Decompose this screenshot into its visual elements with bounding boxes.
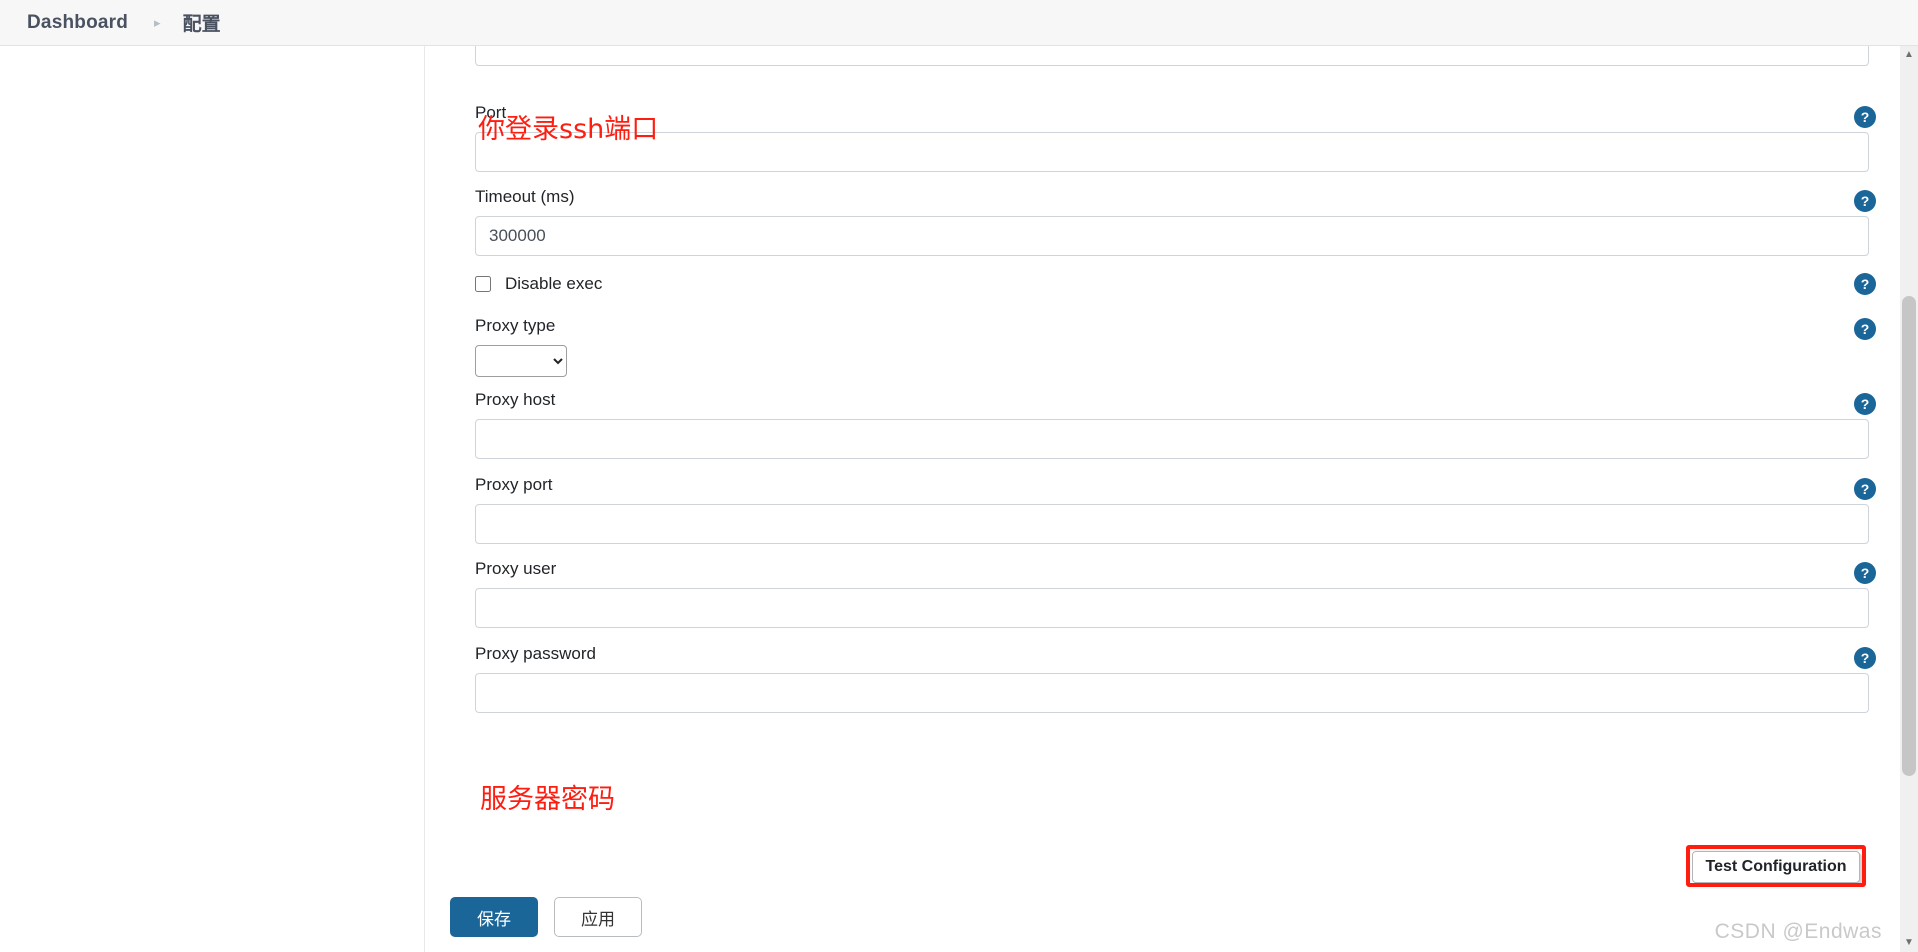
field-timeout: Timeout (ms) ? [426, 188, 1900, 256]
test-configuration-button[interactable]: Test Configuration [1692, 851, 1860, 883]
field-label-proxy-port: Proxy port [475, 475, 553, 494]
previous-field-input[interactable] [475, 46, 1869, 66]
field-proxy-host: Proxy host ? [426, 391, 1900, 459]
help-icon-proxy-password[interactable]: ? [1854, 647, 1876, 669]
field-proxy-password: Proxy password ? [426, 645, 1900, 713]
app-root: Dashboard ▸ 配置 Port ? Timeout (ms) ? [0, 0, 1918, 952]
help-icon-proxy-type[interactable]: ? [1854, 318, 1876, 340]
help-icon-timeout[interactable]: ? [1854, 190, 1876, 212]
breadcrumb-item-dashboard[interactable]: Dashboard [27, 12, 128, 34]
proxy-type-select[interactable] [475, 345, 567, 377]
field-label-disable-exec: Disable exec [505, 274, 603, 293]
field-label-timeout: Timeout (ms) [475, 187, 575, 206]
field-proxy-user: Proxy user ? [426, 560, 1900, 628]
scrollbar-thumb[interactable] [1902, 296, 1916, 776]
help-icon-proxy-user[interactable]: ? [1854, 562, 1876, 584]
form-footer-actions: 保存 应用 [450, 897, 642, 937]
proxy-port-input[interactable] [475, 504, 1869, 544]
field-disable-exec: Disable exec ? [426, 273, 1900, 295]
breadcrumb-item-current: 配置 [182, 14, 221, 35]
field-label-proxy-user: Proxy user [475, 559, 557, 578]
watermark: CSDN @Endwas [1714, 920, 1882, 943]
help-icon-proxy-host[interactable]: ? [1854, 393, 1876, 415]
sidebar [0, 46, 425, 952]
timeout-input[interactable] [475, 216, 1869, 256]
scroll-down-arrow-icon[interactable]: ▼ [1900, 934, 1918, 952]
port-input[interactable] [475, 132, 1869, 172]
field-label-port: Port [475, 103, 507, 122]
disable-exec-row[interactable]: Disable exec [426, 274, 1900, 294]
field-proxy-type: Proxy type ? [426, 317, 1900, 377]
chevron-right-icon: ▸ [154, 15, 161, 30]
field-port: Port ? [426, 104, 1900, 172]
vertical-scrollbar[interactable]: ▲ ▼ [1900, 46, 1918, 952]
scroll-up-arrow-icon[interactable]: ▲ [1900, 46, 1918, 64]
save-button[interactable]: 保存 [450, 897, 538, 937]
help-icon-disable-exec[interactable]: ? [1854, 273, 1876, 295]
proxy-user-input[interactable] [475, 588, 1869, 628]
field-proxy-port: Proxy port ? [426, 476, 1900, 544]
disable-exec-checkbox[interactable] [475, 276, 491, 292]
field-label-proxy-host: Proxy host [475, 390, 556, 409]
help-icon-port[interactable]: ? [1854, 106, 1876, 128]
field-label-proxy-type: Proxy type [475, 316, 556, 335]
proxy-host-input[interactable] [475, 419, 1869, 459]
field-label-proxy-password: Proxy password [475, 644, 596, 663]
breadcrumb: Dashboard ▸ 配置 [0, 0, 1918, 46]
help-icon-proxy-port[interactable]: ? [1854, 478, 1876, 500]
apply-button[interactable]: 应用 [554, 897, 642, 937]
settings-form-panel: Port ? Timeout (ms) ? Disable exec ? [426, 46, 1900, 952]
proxy-password-input[interactable] [475, 673, 1869, 713]
